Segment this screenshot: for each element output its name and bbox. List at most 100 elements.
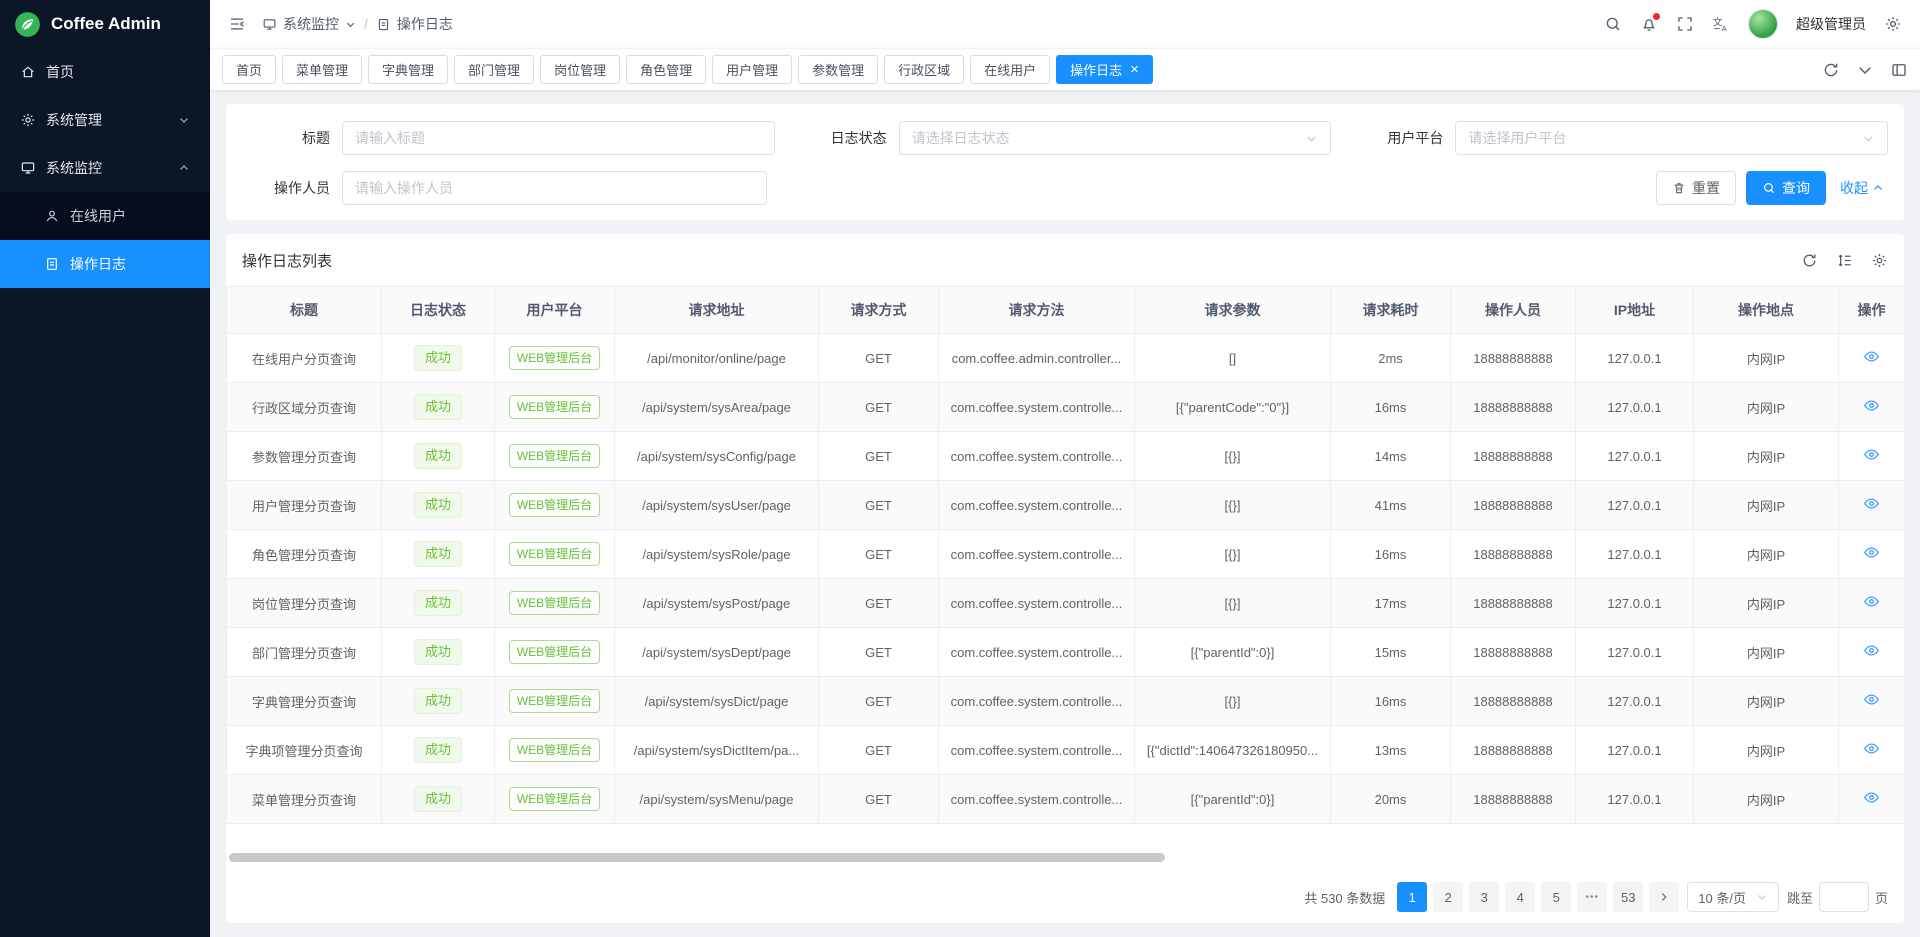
tab-close-icon[interactable]: × <box>1130 62 1139 77</box>
cell-platform: WEB管理后台 <box>495 726 615 775</box>
cell-ip: 127.0.0.1 <box>1576 334 1694 383</box>
cell-title: 在线用户分页查询 <box>227 334 382 383</box>
layout-icon[interactable] <box>1890 61 1908 79</box>
tab-用户管理[interactable]: 用户管理 <box>712 55 792 84</box>
sidebar-item-operation-log[interactable]: 操作日志 <box>0 240 210 288</box>
page-button-3[interactable]: 3 <box>1469 882 1499 912</box>
cell-status: 成功 <box>382 579 495 628</box>
tabs-chevron-down-icon[interactable] <box>1856 61 1874 79</box>
platform-select[interactable]: 请选择用户平台 <box>1455 121 1888 155</box>
tab-岗位管理[interactable]: 岗位管理 <box>540 55 620 84</box>
breadcrumb-item-operation-log[interactable]: 操作日志 <box>376 14 453 34</box>
column-header: 用户平台 <box>495 287 615 334</box>
table-card: 操作日志列表 <box>226 234 1904 923</box>
page-button-53[interactable]: 53 <box>1613 882 1643 912</box>
platform-tag: WEB管理后台 <box>509 738 600 762</box>
status-select[interactable]: 请选择日志状态 <box>899 121 1332 155</box>
page-size-select[interactable]: 10 条/页 <box>1687 882 1779 912</box>
cell-platform: WEB管理后台 <box>495 383 615 432</box>
page-ellipsis[interactable]: ••• <box>1577 882 1607 912</box>
jump-prefix-label: 跳至 <box>1787 888 1813 907</box>
page-button-5[interactable]: 5 <box>1541 882 1571 912</box>
title-input[interactable] <box>342 121 775 155</box>
column-settings-gear-icon[interactable] <box>1871 252 1888 269</box>
cell-url: /api/system/sysDept/page <box>615 628 819 677</box>
menu-fold-icon[interactable] <box>228 15 246 33</box>
table-refresh-icon[interactable] <box>1801 252 1818 269</box>
sidebar-item-online-users[interactable]: 在线用户 <box>0 192 210 240</box>
translate-icon[interactable]: 文A <box>1712 15 1730 33</box>
chevron-up-icon <box>178 162 190 174</box>
sidebar-item-system-management[interactable]: 系统管理 <box>0 96 210 144</box>
cell-operator: 18888888888 <box>1451 775 1576 824</box>
next-page-button[interactable] <box>1649 882 1679 912</box>
cell-operator: 18888888888 <box>1451 628 1576 677</box>
tab-在线用户[interactable]: 在线用户 <box>970 55 1050 84</box>
title-label: 标题 <box>242 128 330 148</box>
avatar[interactable] <box>1748 9 1778 39</box>
cell-title: 岗位管理分页查询 <box>227 579 382 628</box>
density-icon[interactable] <box>1836 252 1853 269</box>
cell-method: GET <box>819 579 939 628</box>
cell-location: 内网IP <box>1694 726 1839 775</box>
view-eye-icon[interactable] <box>1863 740 1880 757</box>
settings-gear-icon[interactable] <box>1884 15 1902 33</box>
tab-首页[interactable]: 首页 <box>222 55 276 84</box>
cell-params: [{}] <box>1135 579 1331 628</box>
notification-bell-icon[interactable] <box>1640 15 1658 33</box>
fullscreen-icon[interactable] <box>1676 15 1694 33</box>
view-eye-icon[interactable] <box>1863 446 1880 463</box>
chevron-down-icon <box>345 19 356 30</box>
view-eye-icon[interactable] <box>1863 691 1880 708</box>
view-eye-icon[interactable] <box>1863 642 1880 659</box>
cell-duration: 17ms <box>1331 579 1451 628</box>
tab-行政区域[interactable]: 行政区域 <box>884 55 964 84</box>
log-table: 标题日志状态用户平台请求地址请求方式请求方法请求参数请求耗时操作人员IP地址操作… <box>226 286 1904 824</box>
page-button-2[interactable]: 2 <box>1433 882 1463 912</box>
chevron-down-icon <box>1756 891 1768 903</box>
view-eye-icon[interactable] <box>1863 397 1880 414</box>
view-eye-icon[interactable] <box>1863 789 1880 806</box>
operator-input[interactable] <box>342 171 767 205</box>
cell-url: /api/system/sysArea/page <box>615 383 819 432</box>
cell-location: 内网IP <box>1694 775 1839 824</box>
tab-actions <box>1822 61 1908 79</box>
cell-ip: 127.0.0.1 <box>1576 726 1694 775</box>
username[interactable]: 超级管理员 <box>1796 14 1866 34</box>
jump-page-input[interactable] <box>1819 882 1869 912</box>
cell-duration: 16ms <box>1331 530 1451 579</box>
search-button[interactable]: 查询 <box>1746 171 1826 205</box>
breadcrumb-item-system-monitor[interactable]: 系统监控 <box>262 14 356 34</box>
collapse-link[interactable]: 收起 <box>1836 178 1888 198</box>
view-eye-icon[interactable] <box>1863 495 1880 512</box>
view-eye-icon[interactable] <box>1863 544 1880 561</box>
cell-url: /api/system/sysPost/page <box>615 579 819 628</box>
operator-label: 操作人员 <box>242 178 330 198</box>
sidebar-item-system-monitor[interactable]: 系统监控 <box>0 144 210 192</box>
tabs-refresh-icon[interactable] <box>1822 61 1840 79</box>
horizontal-scrollbar-thumb[interactable] <box>229 853 1165 862</box>
tab-角色管理[interactable]: 角色管理 <box>626 55 706 84</box>
search-icon[interactable] <box>1604 15 1622 33</box>
cell-location: 内网IP <box>1694 628 1839 677</box>
cell-platform: WEB管理后台 <box>495 530 615 579</box>
tab-菜单管理[interactable]: 菜单管理 <box>282 55 362 84</box>
reset-button[interactable]: 重置 <box>1656 171 1736 205</box>
view-eye-icon[interactable] <box>1863 348 1880 365</box>
tab-操作日志[interactable]: 操作日志× <box>1056 55 1153 84</box>
tab-bar: 首页菜单管理字典管理部门管理岗位管理角色管理用户管理参数管理行政区域在线用户操作… <box>210 48 1920 90</box>
cell-title: 用户管理分页查询 <box>227 481 382 530</box>
view-eye-icon[interactable] <box>1863 593 1880 610</box>
page-button-1[interactable]: 1 <box>1397 882 1427 912</box>
monitor-icon <box>262 17 277 32</box>
cell-title: 菜单管理分页查询 <box>227 775 382 824</box>
sidebar-submenu-system-monitor: 在线用户 操作日志 <box>0 192 210 288</box>
cell-handler: com.coffee.system.controlle... <box>939 383 1135 432</box>
page-button-4[interactable]: 4 <box>1505 882 1535 912</box>
tab-参数管理[interactable]: 参数管理 <box>798 55 878 84</box>
cell-title: 字典项管理分页查询 <box>227 726 382 775</box>
tab-字典管理[interactable]: 字典管理 <box>368 55 448 84</box>
platform-tag: WEB管理后台 <box>509 591 600 615</box>
tab-部门管理[interactable]: 部门管理 <box>454 55 534 84</box>
sidebar-item-home[interactable]: 首页 <box>0 48 210 96</box>
